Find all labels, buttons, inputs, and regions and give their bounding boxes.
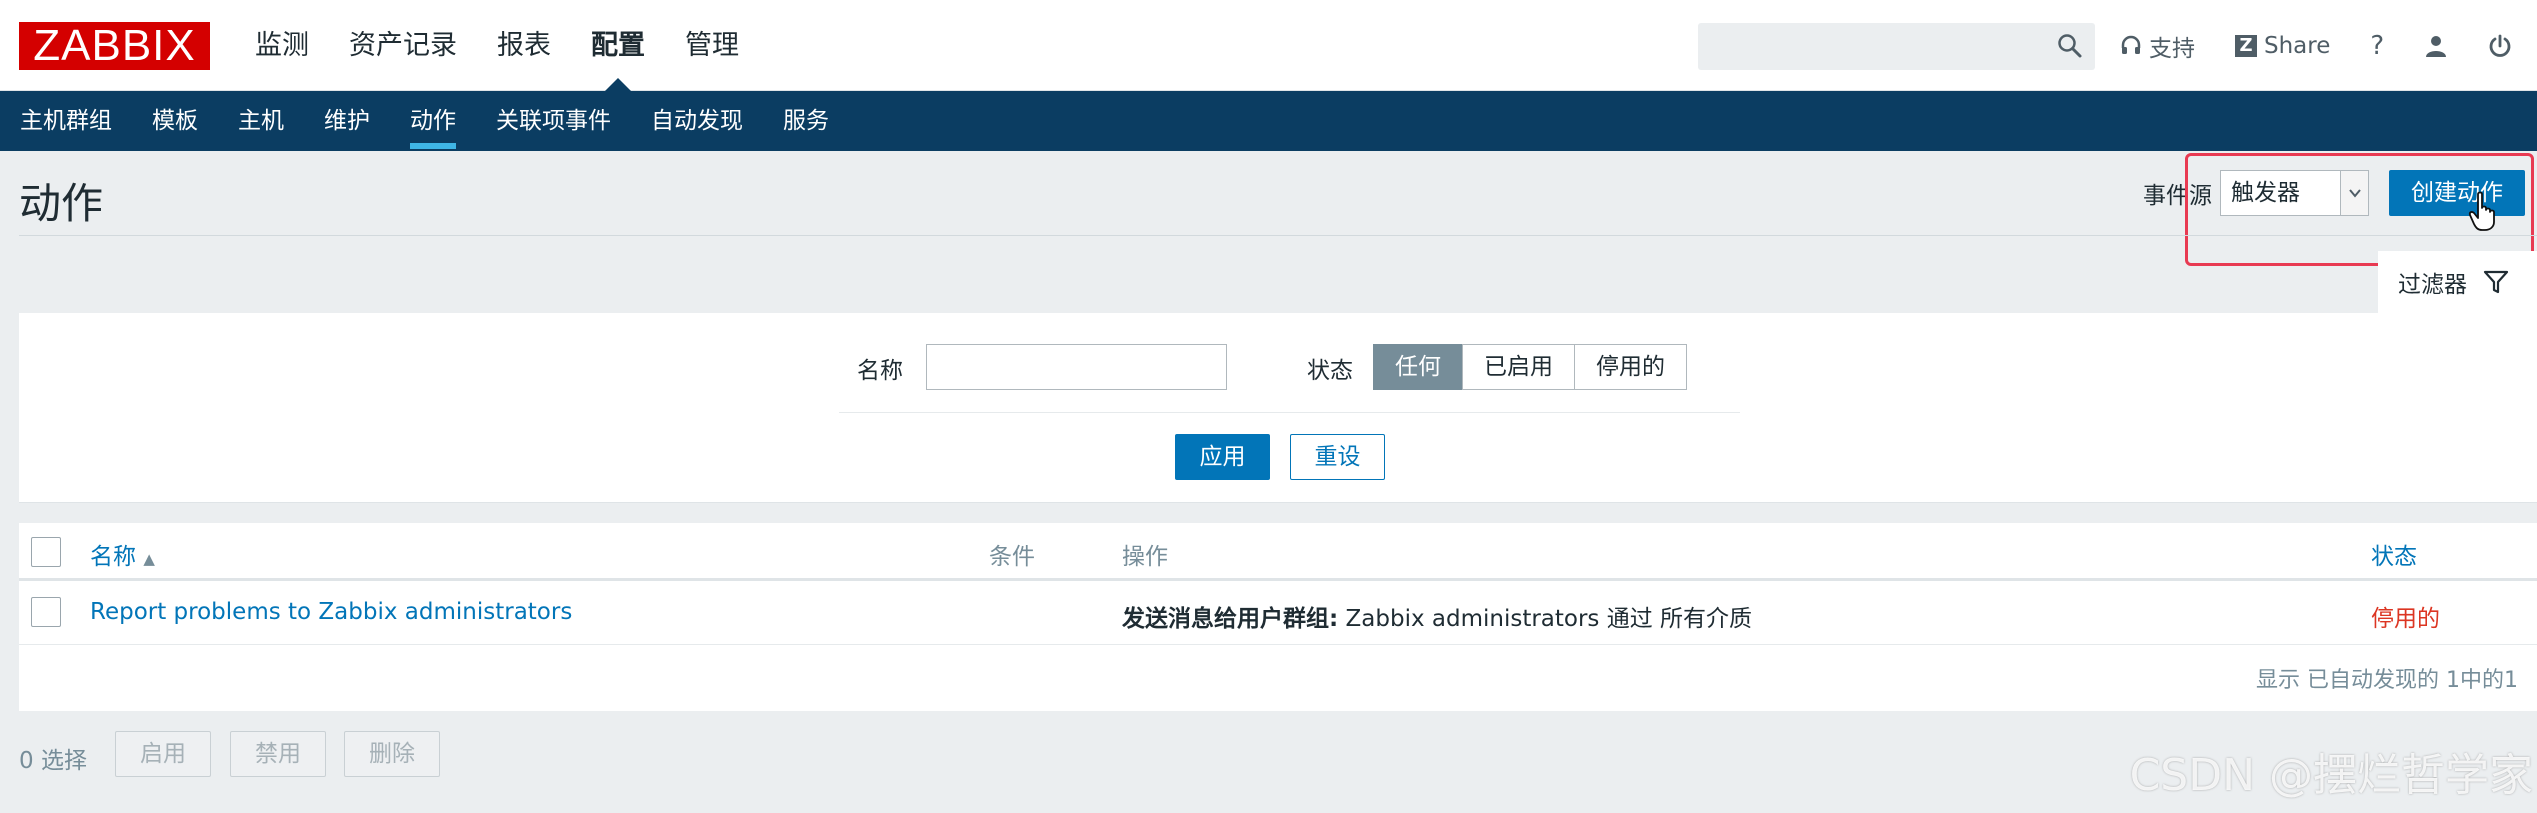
user-profile-link[interactable] xyxy=(2424,34,2448,58)
filter-name-label: 名称 xyxy=(857,358,903,384)
headset-icon xyxy=(2121,35,2141,54)
subnav-actions[interactable]: 动作 xyxy=(390,91,476,151)
subnav-hosts[interactable]: 主机 xyxy=(218,91,304,151)
column-operations-header: 操作 xyxy=(1122,544,1168,570)
zabbix-logo[interactable]: ZABBIX xyxy=(19,22,210,70)
table-row: Report problems to Zabbix administrators… xyxy=(19,581,2537,645)
selected-count: 0 选择 xyxy=(19,748,87,774)
share-label: Share xyxy=(2264,32,2331,59)
action-name-link[interactable]: Report problems to Zabbix administrators xyxy=(90,599,572,625)
operation-type: 发送消息给用户群组: xyxy=(1122,606,1339,632)
top-links: 支持 Z Share ? xyxy=(2120,0,2512,91)
row-checkbox[interactable] xyxy=(31,597,61,627)
menu-item-monitoring[interactable]: 监测 xyxy=(235,0,329,91)
zabbix-share-icon: Z xyxy=(2235,34,2257,57)
subnav-services[interactable]: 服务 xyxy=(763,91,849,151)
share-link[interactable]: Z Share xyxy=(2235,33,2330,59)
support-label: 支持 xyxy=(2149,35,2195,62)
disable-button[interactable]: 禁用 xyxy=(230,731,326,777)
watermark: CSDN @摆烂哲学家 xyxy=(2129,750,2533,801)
top-bar: ZABBIX 监测 资产记录 报表 配置 管理 支持 Z Share ? xyxy=(0,0,2537,92)
state-option-enabled[interactable]: 已启用 xyxy=(1462,344,1575,390)
subnav-maintenance[interactable]: 维护 xyxy=(304,91,390,151)
global-search xyxy=(1698,23,2095,70)
support-link[interactable]: 支持 xyxy=(2120,29,2195,63)
action-operations: 发送消息给用户群组: Zabbix administrators 通过 所有介质 xyxy=(1122,599,1752,633)
menu-item-administration[interactable]: 管理 xyxy=(665,0,759,91)
search-icon[interactable] xyxy=(2057,33,2083,59)
column-conditions-header: 条件 xyxy=(989,544,1035,570)
help-icon: ? xyxy=(2370,30,2385,61)
filter-funnel-icon xyxy=(2483,270,2509,294)
select-all-checkbox[interactable] xyxy=(31,537,61,567)
subnav-templates[interactable]: 模板 xyxy=(132,91,218,151)
filter-separator xyxy=(839,412,1740,413)
search-input[interactable] xyxy=(1698,23,2038,70)
state-option-any[interactable]: 任何 xyxy=(1373,344,1463,390)
table-paging-info: 显示 已自动发现的 1中的1 xyxy=(2256,668,2518,693)
apply-button[interactable]: 应用 xyxy=(1175,434,1270,480)
main-menu: 监测 资产记录 报表 配置 管理 xyxy=(235,0,759,92)
column-status-header[interactable]: 状态 xyxy=(2371,537,2417,571)
column-name-header[interactable]: 名称 ▲ xyxy=(90,537,155,571)
filter-panel: 名称 状态 任何 已启用 停用的 应用 重设 xyxy=(19,313,2537,503)
sub-navigation: 主机群组 模板 主机 维护 动作 关联项事件 自动发现 服务 xyxy=(0,91,2537,151)
column-name-label: 名称 xyxy=(90,544,136,570)
power-icon xyxy=(2489,34,2511,57)
filter-tab[interactable]: 过滤器 xyxy=(2378,251,2537,313)
table-header: 名称 ▲ 条件 操作 状态 xyxy=(19,523,2537,581)
menu-item-reports[interactable]: 报表 xyxy=(477,0,571,91)
actions-table: 名称 ▲ 条件 操作 状态 Report problems to Zabbix … xyxy=(19,523,2537,711)
state-option-disabled[interactable]: 停用的 xyxy=(1574,344,1687,390)
subnav-host-groups[interactable]: 主机群组 xyxy=(0,91,132,151)
filter-name-input[interactable] xyxy=(926,344,1227,390)
hand-cursor-icon xyxy=(2468,191,2495,231)
operation-detail: Zabbix administrators 通过 所有介质 xyxy=(1338,606,1753,632)
menu-item-configuration[interactable]: 配置 xyxy=(571,0,665,92)
filter-state-segmented: 任何 已启用 停用的 xyxy=(1373,344,1687,390)
status-badge[interactable]: 停用的 xyxy=(2371,599,2440,633)
menu-item-inventory[interactable]: 资产记录 xyxy=(329,0,477,91)
filter-state-label: 状态 xyxy=(1307,358,1353,384)
help-link[interactable]: ? xyxy=(2370,31,2384,61)
subnav-event-correlation[interactable]: 关联项事件 xyxy=(476,91,631,151)
reset-button[interactable]: 重设 xyxy=(1290,434,1385,480)
user-icon xyxy=(2426,35,2447,57)
sort-ascending-icon: ▲ xyxy=(143,550,155,568)
subnav-discovery[interactable]: 自动发现 xyxy=(631,91,763,151)
enable-button[interactable]: 启用 xyxy=(115,731,211,777)
filter-tab-label: 过滤器 xyxy=(2398,272,2467,298)
sign-out-link[interactable] xyxy=(2488,34,2512,58)
page-title: 动作 xyxy=(19,179,104,228)
header-divider xyxy=(19,235,2537,236)
delete-button[interactable]: 删除 xyxy=(344,731,440,777)
